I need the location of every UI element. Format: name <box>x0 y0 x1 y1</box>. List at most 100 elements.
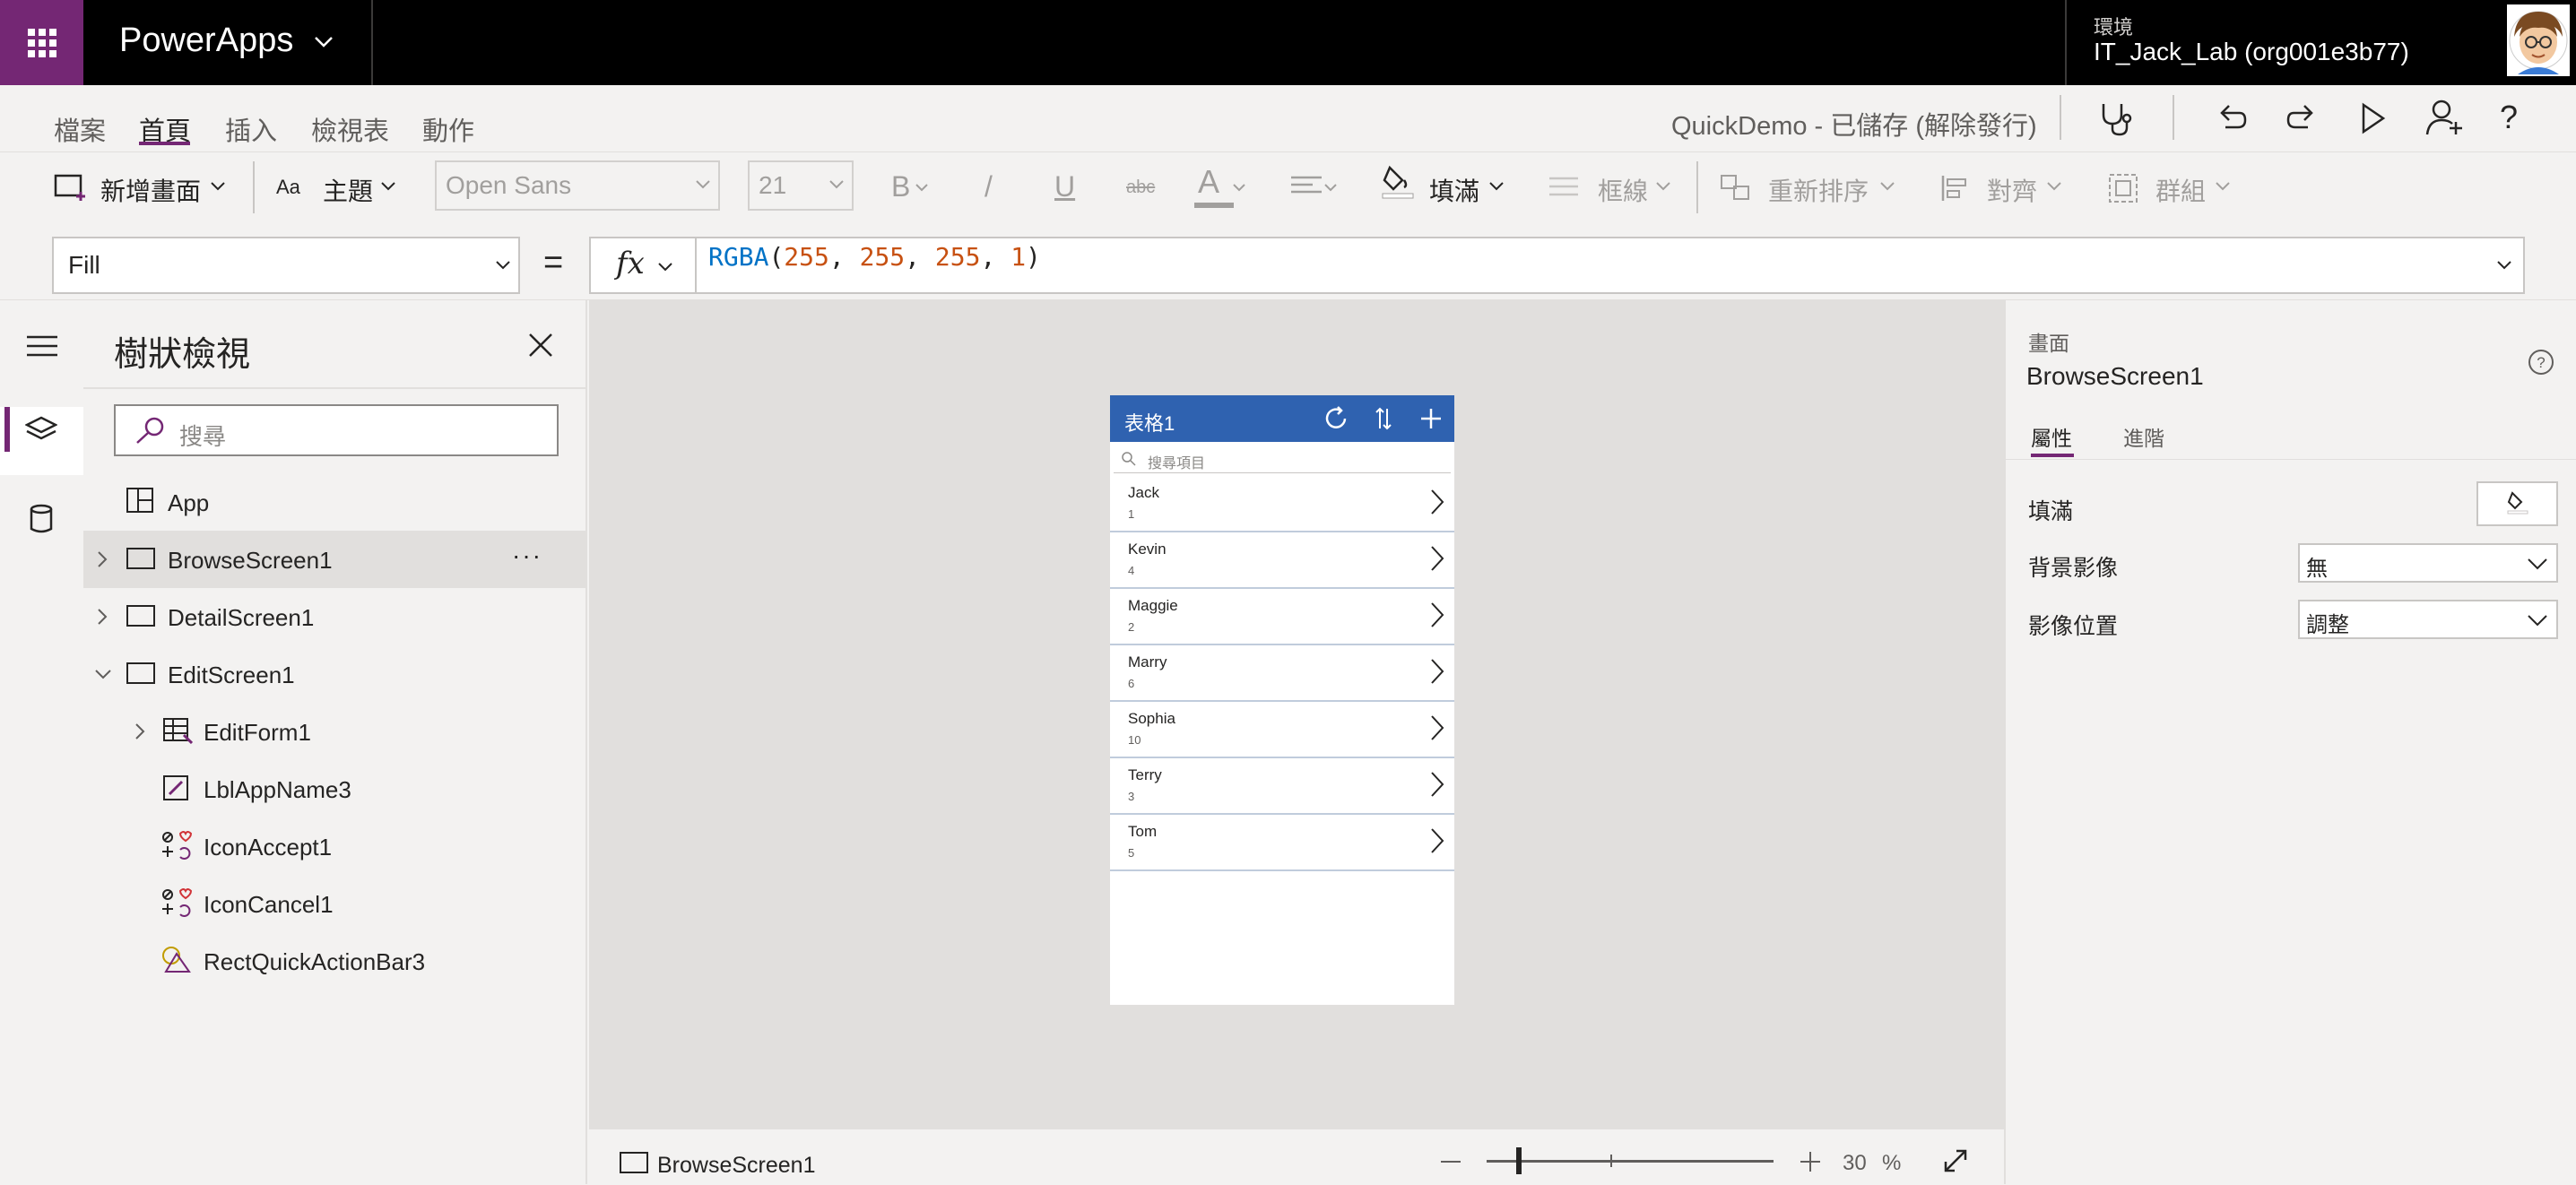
rail-active-indicator <box>4 407 10 452</box>
tab-advanced[interactable]: 進階 <box>2123 421 2164 452</box>
tab-properties[interactable]: 屬性 <box>2031 421 2072 452</box>
tree-item-iconaccept1[interactable]: IconAccept1 <box>83 817 587 875</box>
share-user-icon[interactable] <box>2425 99 2465 136</box>
help-circle-icon[interactable]: ? <box>2527 348 2555 376</box>
chevron-down-icon[interactable] <box>915 183 929 192</box>
font-family-select[interactable]: Open Sans <box>435 160 720 211</box>
app-launcher-icon[interactable] <box>0 0 83 85</box>
align-button[interactable]: 對齊 <box>1987 172 2037 208</box>
align-icon[interactable] <box>1940 174 1969 203</box>
image-position-value: 調整 <box>2306 613 2349 637</box>
play-icon[interactable] <box>2360 102 2387 134</box>
chevron-down-icon[interactable] <box>1232 183 1246 192</box>
gallery-item[interactable]: Maggie 2 <box>1110 588 1454 645</box>
chevron-down-icon[interactable] <box>1655 181 1671 192</box>
font-color-button[interactable]: A <box>1198 163 1219 201</box>
search-icon <box>1121 451 1137 467</box>
chevron-down-icon[interactable] <box>1323 183 1338 192</box>
hamburger-menu-icon[interactable] <box>27 335 57 357</box>
redo-icon[interactable] <box>2286 100 2319 136</box>
tree-item-browsescreen1[interactable]: BrowseScreen1 ··· <box>83 531 587 588</box>
tree-item-detailscreen1[interactable]: DetailScreen1 <box>83 588 587 645</box>
gallery-item[interactable]: Sophia 10 <box>1110 701 1454 758</box>
tab-action[interactable]: 動作 <box>422 110 474 148</box>
sort-icon[interactable] <box>1374 405 1393 432</box>
formula-function: RGBA <box>708 242 769 272</box>
chevron-down-icon[interactable] <box>2527 558 2548 570</box>
background-image-select[interactable] <box>2298 543 2558 583</box>
gallery-item[interactable]: Marry 6 <box>1110 644 1454 702</box>
underline-button[interactable]: U <box>1054 170 1075 203</box>
gallery-item[interactable]: Terry 3 <box>1110 757 1454 815</box>
data-sources-icon[interactable] <box>29 504 54 534</box>
zoom-value[interactable]: 30 <box>1843 1151 1867 1176</box>
property-select[interactable] <box>52 237 520 294</box>
chevron-down-icon[interactable] <box>695 179 711 190</box>
chevron-down-icon[interactable] <box>210 181 226 192</box>
italic-button[interactable]: / <box>984 170 993 203</box>
tree-item-editscreen1[interactable]: EditScreen1 <box>83 645 587 703</box>
refresh-icon[interactable] <box>1322 404 1350 433</box>
chevron-down-icon[interactable] <box>380 181 396 192</box>
group-icon[interactable] <box>2107 172 2139 204</box>
tree-item-editform1[interactable]: EditForm1 <box>83 703 587 760</box>
tree-item-lblappname3[interactable]: LblAppName3 <box>83 760 587 817</box>
gallery-item-name: Jack <box>1128 484 1159 501</box>
reorder-button[interactable]: 重新排序 <box>1768 172 1869 208</box>
zoom-out-icon[interactable] <box>1441 1161 1461 1163</box>
current-screen-label[interactable]: BrowseScreen1 <box>657 1153 815 1179</box>
tree-view-layers-icon[interactable] <box>25 416 57 446</box>
chevron-down-icon[interactable] <box>495 260 511 271</box>
app-title[interactable]: PowerApps <box>119 22 293 60</box>
screen-icon <box>619 1151 649 1174</box>
fill-button[interactable]: 填滿 <box>1429 172 1479 208</box>
zoom-tick <box>1610 1155 1612 1167</box>
help-icon[interactable]: ? <box>2500 99 2518 136</box>
gallery-item[interactable]: Jack 1 <box>1110 475 1454 532</box>
tab-insert[interactable]: 插入 <box>225 110 277 148</box>
reorder-icon[interactable] <box>1720 174 1752 203</box>
group-button[interactable]: 群組 <box>2155 172 2206 208</box>
gallery-item[interactable]: Tom 5 <box>1110 814 1454 871</box>
bold-button[interactable]: B <box>891 170 910 203</box>
tree-item-app[interactable]: App <box>83 473 587 531</box>
theme-button[interactable]: 主題 <box>323 172 373 208</box>
fill-bucket-icon[interactable] <box>1381 164 1417 200</box>
app-checker-icon[interactable] <box>2098 100 2138 136</box>
new-screen-button[interactable]: 新增畫面 <box>100 172 201 208</box>
fill-color-picker[interactable] <box>2476 481 2558 526</box>
tree-item-iconcancel1[interactable]: IconCancel1 <box>83 875 587 932</box>
chevron-down-icon[interactable] <box>314 36 334 48</box>
tree-item-rectquickactionbar3[interactable]: RectQuickActionBar3 <box>83 932 587 990</box>
selected-control-name[interactable]: BrowseScreen1 <box>2026 362 2204 391</box>
chevron-down-icon[interactable] <box>1879 181 1895 192</box>
border-icon[interactable] <box>1549 176 1578 197</box>
gallery-item[interactable]: Kevin 4 <box>1110 532 1454 589</box>
add-item-icon[interactable] <box>1418 406 1444 431</box>
tab-file[interactable]: 檔案 <box>54 110 106 148</box>
environment-picker[interactable]: IT_Jack_Lab (org001e3b77) <box>2094 38 2409 66</box>
text-align-icon[interactable] <box>1291 176 1322 197</box>
border-button[interactable]: 框線 <box>1598 172 1648 208</box>
fx-button[interactable]: fx <box>589 237 697 294</box>
fit-to-window-icon[interactable] <box>1942 1147 1969 1174</box>
expand-formula-chevron-icon[interactable] <box>2496 260 2512 271</box>
chevron-down-icon[interactable] <box>2527 614 2548 627</box>
theme-icon[interactable]: Aa <box>276 176 300 199</box>
chevron-down-icon[interactable] <box>2215 181 2231 192</box>
chevron-down-icon[interactable] <box>828 179 845 190</box>
tab-view[interactable]: 檢視表 <box>311 110 389 148</box>
undo-icon[interactable] <box>2215 100 2247 136</box>
chevron-down-icon[interactable] <box>2046 181 2062 192</box>
font-size-value: 21 <box>759 171 787 199</box>
zoom-slider[interactable] <box>1487 1160 1774 1163</box>
user-avatar[interactable] <box>2507 4 2570 76</box>
zoom-slider-thumb[interactable] <box>1515 1147 1522 1174</box>
zoom-in-icon[interactable] <box>1800 1151 1821 1172</box>
property-value: Fill <box>68 251 100 279</box>
more-options-icon[interactable]: ··· <box>512 541 542 570</box>
strikethrough-button[interactable]: abc <box>1126 177 1155 198</box>
new-screen-icon[interactable] <box>54 174 86 201</box>
chevron-down-icon[interactable] <box>1488 181 1505 192</box>
close-icon[interactable] <box>527 332 554 359</box>
